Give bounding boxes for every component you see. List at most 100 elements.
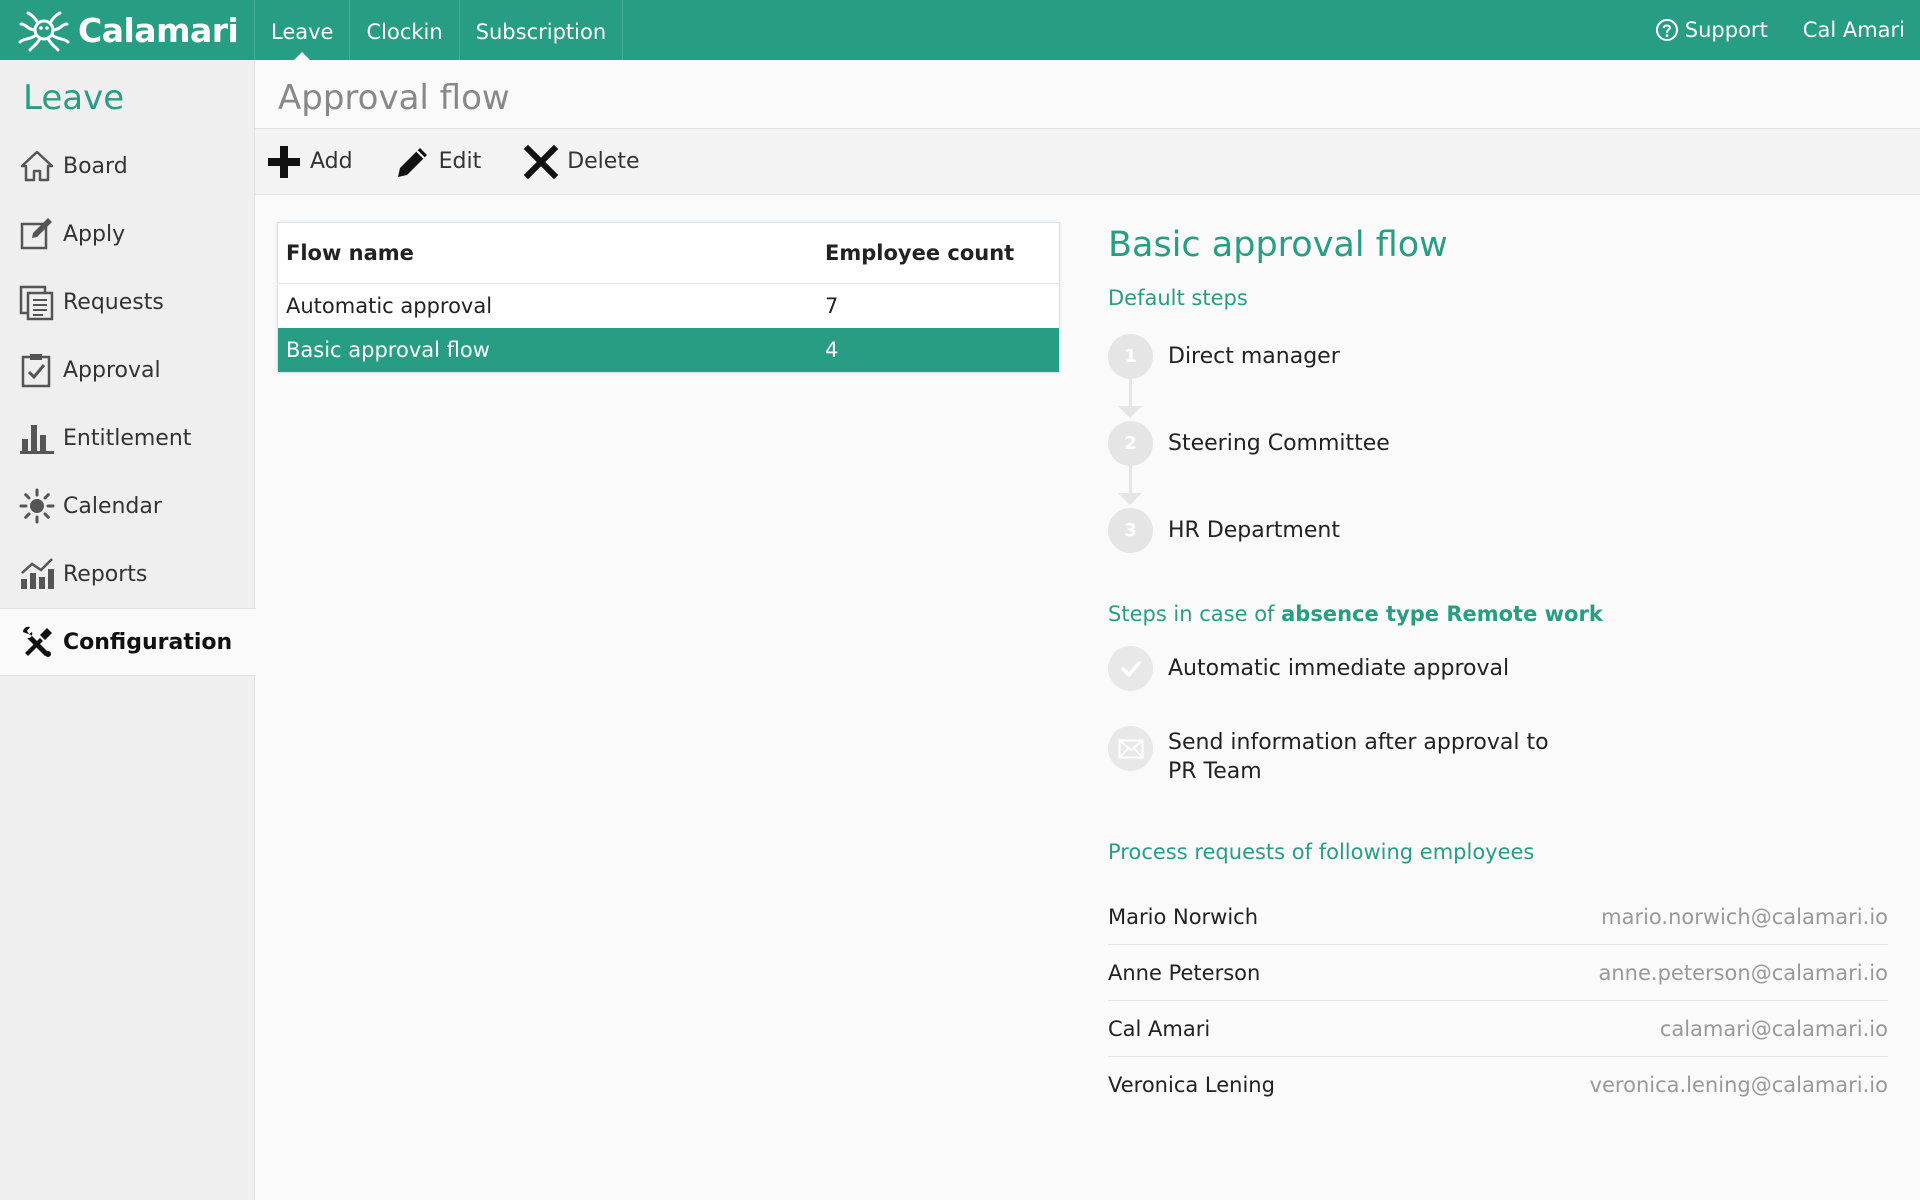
add-label: Add	[310, 149, 353, 174]
pencil-icon	[397, 147, 427, 177]
sidebar-item-approval[interactable]: Approval	[0, 336, 255, 404]
employee-count-cell: 4	[825, 338, 839, 362]
employee-count-cell: 7	[825, 294, 839, 318]
user-menu[interactable]: Cal Amari	[1803, 18, 1905, 42]
sidebar-item-entitlement[interactable]: Entitlement	[0, 404, 255, 472]
absence-step-label: Automatic immediate approval	[1168, 656, 1510, 681]
sidebar: Leave Board Apply Requests Approval Enti…	[0, 60, 256, 1200]
toolbar: Add Edit Delete	[255, 128, 1920, 195]
help-circle-icon	[1655, 19, 1678, 41]
table-row-selected[interactable]: Basic approval flow 4	[278, 328, 1059, 372]
absence-step-label-line2: PR Team	[1168, 759, 1262, 784]
step-connector	[1129, 379, 1132, 409]
support-link[interactable]: Support	[1655, 18, 1768, 42]
sidebar-item-label: Requests	[63, 289, 164, 315]
employee-email: veronica.lening@calamari.io	[1589, 1073, 1888, 1097]
support-label: Support	[1684, 18, 1768, 42]
edit-button[interactable]: Edit	[395, 144, 482, 180]
absence-step-label-line1: Send information after approval to	[1168, 730, 1549, 755]
employee-email: anne.peterson@calamari.io	[1598, 960, 1889, 985]
envelope-icon	[1118, 739, 1143, 758]
plus-icon	[268, 145, 300, 178]
list-item: Anne Peterson anne.peterson@calamari.io	[1108, 945, 1888, 1001]
step-label: Direct manager	[1168, 344, 1340, 369]
topnav-leave[interactable]: Leave	[254, 0, 349, 60]
add-button[interactable]: Add	[266, 144, 353, 180]
edit-icon	[20, 218, 52, 250]
check-icon	[1120, 660, 1141, 677]
employee-name: Veronica Lening	[1108, 1073, 1275, 1097]
octopus-logo-icon	[18, 11, 70, 52]
sidebar-item-label: Approval	[63, 357, 161, 383]
employee-email: calamari@calamari.io	[1659, 1016, 1888, 1041]
default-steps: 1 Direct manager 2 Steering Committee 3 …	[1108, 334, 1708, 554]
sidebar-item-label: Configuration	[63, 629, 233, 655]
employee-list: Mario Norwich mario.norwich@calamari.io …	[1108, 889, 1888, 1113]
step-number-badge: 3	[1108, 508, 1153, 553]
edit-label: Edit	[438, 149, 482, 174]
list-item: Veronica Lening veronica.lening@calamari…	[1108, 1057, 1888, 1113]
absence-step-label: Send information after approval to PR Te…	[1168, 728, 1549, 786]
step-arrow-icon	[1118, 493, 1142, 505]
sidebar-item-label: Apply	[63, 221, 126, 247]
employee-name: Mario Norwich	[1108, 904, 1259, 929]
check-circle	[1108, 646, 1153, 691]
home-icon	[20, 150, 54, 182]
list-item: Mario Norwich mario.norwich@calamari.io	[1108, 889, 1888, 945]
sidebar-item-label: Board	[63, 153, 128, 179]
absence-label-prefix: Steps in case of	[1108, 602, 1282, 626]
brand-name: Calamari	[78, 10, 239, 50]
absence-steps-label: Steps in case of absence type Remote wor…	[1108, 602, 1603, 626]
close-icon	[523, 144, 559, 179]
sidebar-item-board[interactable]: Board	[0, 132, 255, 200]
top-bar: Calamari Leave Clockin Subscription Supp…	[0, 0, 1920, 60]
absence-step-item: Send information after approval to PR Te…	[1108, 726, 1549, 786]
delete-button[interactable]: Delete	[523, 144, 640, 180]
step-label: Steering Committee	[1168, 431, 1390, 456]
step-connector	[1129, 466, 1132, 496]
flow-table: Flow name Employee count Automatic appro…	[277, 222, 1060, 373]
topnav-subscription[interactable]: Subscription	[458, 0, 624, 60]
employees-label: Process requests of following employees	[1108, 840, 1535, 864]
employee-name: Cal Amari	[1108, 1016, 1211, 1041]
table-row[interactable]: Automatic approval 7	[278, 284, 1059, 328]
flow-name-cell: Basic approval flow	[286, 338, 490, 362]
step-number-badge: 2	[1108, 421, 1153, 466]
sidebar-item-label: Entitlement	[63, 425, 192, 451]
absence-step-item: Automatic immediate approval	[1108, 646, 1509, 691]
sidebar-list: Board Apply Requests Approval Entitlemen…	[0, 132, 256, 676]
clipboard-check-icon	[21, 354, 51, 388]
step-item: 2 Steering Committee	[1108, 421, 1390, 466]
envelope-circle	[1108, 726, 1153, 771]
sidebar-item-label: Reports	[63, 561, 148, 587]
top-right: Support Cal Amari	[1655, 0, 1905, 60]
sidebar-item-label: Calendar	[63, 493, 162, 519]
default-steps-label: Default steps	[1108, 286, 1248, 310]
list-item: Cal Amari calamari@calamari.io	[1108, 1001, 1888, 1057]
step-arrow-icon	[1118, 406, 1142, 418]
flow-name-cell: Automatic approval	[286, 294, 493, 318]
reports-chart-icon	[21, 558, 54, 589]
sidebar-item-requests[interactable]: Requests	[0, 268, 255, 336]
absence-label-type: absence type Remote work	[1281, 602, 1603, 626]
sidebar-item-reports[interactable]: Reports	[0, 540, 255, 608]
bar-chart-icon	[20, 425, 54, 454]
column-header-flow-name[interactable]: Flow name	[278, 241, 825, 265]
tools-icon	[23, 626, 52, 657]
sun-icon	[19, 488, 55, 524]
step-number-badge: 1	[1108, 334, 1153, 379]
delete-label: Delete	[567, 149, 640, 174]
topnav-clockin[interactable]: Clockin	[349, 0, 458, 60]
brand[interactable]: Calamari	[14, 8, 239, 52]
detail-title: Basic approval flow	[1108, 225, 1448, 265]
employee-name: Anne Peterson	[1108, 960, 1261, 985]
sidebar-item-apply[interactable]: Apply	[0, 200, 255, 268]
sidebar-item-configuration[interactable]: Configuration	[0, 608, 256, 676]
page-title: Approval flow	[278, 78, 510, 118]
sidebar-item-calendar[interactable]: Calendar	[0, 472, 255, 540]
requests-icon	[19, 285, 54, 321]
step-label: HR Department	[1168, 518, 1340, 543]
column-header-employee-count[interactable]: Employee count	[825, 241, 1014, 265]
sidebar-title: Leave	[23, 78, 125, 118]
step-item: 1 Direct manager	[1108, 334, 1340, 379]
